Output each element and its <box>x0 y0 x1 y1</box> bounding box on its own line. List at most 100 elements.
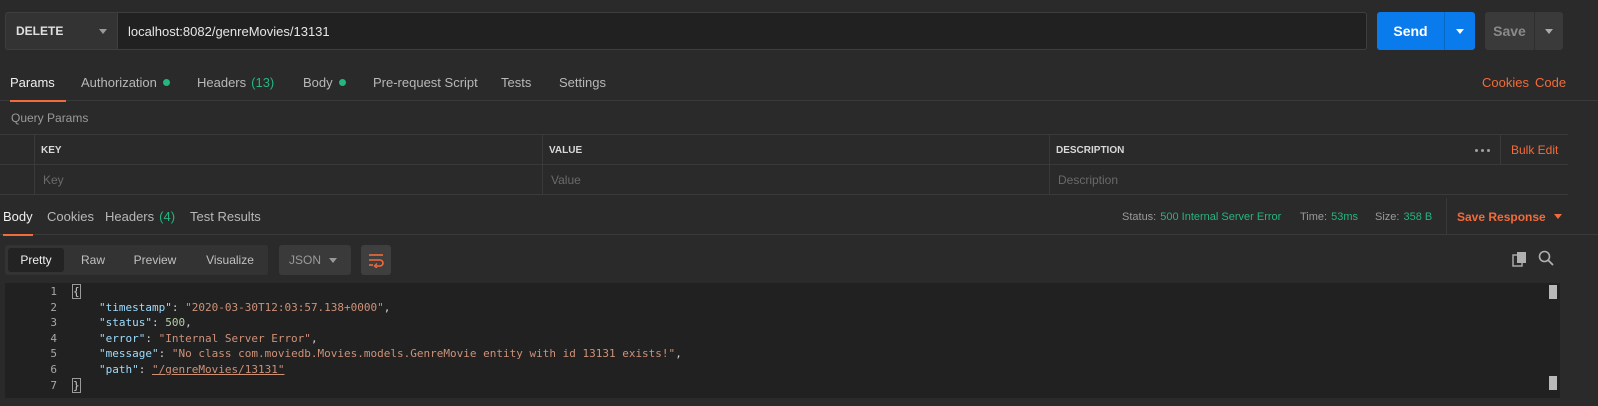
code-line: } <box>72 377 81 394</box>
chevron-down-icon <box>99 29 107 34</box>
tab-settings[interactable]: Settings <box>559 64 606 101</box>
size-value: 358 B <box>1403 210 1433 223</box>
close-brace: } <box>72 377 81 393</box>
chevron-down-icon <box>1456 28 1464 34</box>
wrap-lines-button[interactable] <box>361 245 391 275</box>
json-key: "path" <box>99 363 139 376</box>
json-key: "timestamp" <box>99 300 172 314</box>
open-brace: { <box>72 284 81 299</box>
method-label: DELETE <box>16 24 64 38</box>
tab-label: Settings <box>559 75 606 90</box>
table-header-row: KEY VALUE DESCRIPTION Bulk Edit <box>0 135 1568 165</box>
line-number: 5 <box>50 347 57 361</box>
response-size: Size: 358 B <box>1375 198 1432 235</box>
tab-label: Tests <box>501 75 532 90</box>
tab-body[interactable]: Body <box>303 64 346 101</box>
size-label: Size: <box>1375 210 1400 223</box>
line-number: 4 <box>50 331 57 345</box>
request-tabs: Params Authorization Headers (13) Body P… <box>0 64 1598 102</box>
tab-params[interactable]: Params <box>10 64 66 102</box>
description-input[interactable]: Description <box>1049 165 1568 195</box>
format-label: JSON <box>289 253 322 267</box>
line-number: 1 <box>50 285 57 298</box>
value-input[interactable]: Value <box>542 165 1049 195</box>
url-text: localhost:8082/genreMovies/13131 <box>128 23 330 39</box>
column-value: VALUE <box>542 135 1049 165</box>
more-options-icon[interactable] <box>1475 135 1490 165</box>
tab-authorization[interactable]: Authorization <box>81 64 170 101</box>
tab-test-results[interactable]: Test Results <box>190 198 261 235</box>
code-line: "path": "/genreMovies/13131" <box>99 363 285 376</box>
line-number: 7 <box>50 378 57 392</box>
tab-label: Headers <box>105 209 155 224</box>
tab-pre-request-script[interactable]: Pre-request Script <box>373 64 478 101</box>
tab-tests[interactable]: Tests <box>501 64 531 101</box>
view-mode-group: Pretty Raw Preview Visualize <box>5 245 268 275</box>
url-input[interactable]: localhost:8082/genreMovies/13131 <box>118 12 1367 50</box>
request-bar: DELETE localhost:8082/genreMovies/13131 <box>5 12 1367 50</box>
line-number: 6 <box>50 363 57 376</box>
chevron-down-icon <box>1553 214 1562 219</box>
tab-response-body[interactable]: Body <box>3 198 33 236</box>
line-number: 3 <box>50 316 57 330</box>
tab-headers[interactable]: Headers (13) <box>197 64 274 101</box>
json-value: 500 <box>165 316 186 330</box>
key-input[interactable]: Key <box>34 165 542 195</box>
json-key: "error" <box>99 331 146 345</box>
bulk-edit-link[interactable]: Bulk Edit <box>1500 135 1558 165</box>
view-visualize-button[interactable]: Visualize <box>198 248 262 272</box>
headers-count: (4) <box>159 209 176 224</box>
headers-count: (13) <box>251 75 275 90</box>
code-line: "timestamp": "2020-03-30T12:03:57.138+00… <box>99 300 391 314</box>
table-row: Key Value Description <box>0 165 1568 195</box>
send-dropdown-button[interactable] <box>1445 12 1475 50</box>
save-button[interactable]: Save <box>1485 12 1535 50</box>
view-preview-button[interactable]: Preview <box>126 248 184 272</box>
tab-label: Test Results <box>190 209 261 224</box>
scrollbar-thumb[interactable] <box>1549 376 1557 390</box>
active-dot-icon <box>338 79 346 86</box>
json-value: "2020-03-30T12:03:57.138+0000" <box>185 300 384 314</box>
tab-response-headers[interactable]: Headers (4) <box>105 198 175 235</box>
query-params-table: KEY VALUE DESCRIPTION Bulk Edit Key Valu… <box>0 134 1568 195</box>
code-line: "error": "Internal Server Error", <box>99 331 318 345</box>
save-response-button[interactable]: Save Response <box>1446 198 1562 235</box>
scrollbar-thumb[interactable] <box>1549 285 1557 299</box>
format-select[interactable]: JSON <box>279 245 351 275</box>
active-dot-icon <box>162 79 170 86</box>
search-icon[interactable] <box>1538 250 1554 266</box>
tab-label: Params <box>10 75 55 90</box>
save-dropdown-button[interactable] <box>1535 12 1563 50</box>
wrap-lines-icon <box>369 254 384 268</box>
save-button-group: Save <box>1485 12 1563 50</box>
method-select[interactable]: DELETE <box>5 12 118 50</box>
json-value: "No class com.moviedb.Movies.models.Genr… <box>171 347 676 361</box>
json-link-value[interactable]: "/genreMovies/13131" <box>152 363 284 376</box>
response-body-editor[interactable]: 1 2 3 4 5 6 7 { "timestamp": "2020-03-30… <box>5 283 1560 398</box>
status-label: Status: <box>1122 210 1157 223</box>
code-line: "message": "No class com.moviedb.Movies.… <box>99 347 682 361</box>
response-tabs: Body Cookies Headers (4) Test Results St… <box>0 198 1598 236</box>
send-button[interactable]: Send <box>1377 12 1445 50</box>
chevron-down-icon <box>1545 28 1553 34</box>
status-value: 500 Internal Server Error <box>1160 210 1282 223</box>
code-link[interactable]: Code <box>1535 64 1566 101</box>
copy-icon[interactable] <box>1512 251 1528 267</box>
query-params-title: Query Params <box>11 111 89 125</box>
code-line: { <box>72 284 81 300</box>
response-status: Status: 500 Internal Server Error <box>1122 198 1281 235</box>
save-response-label: Save Response <box>1457 209 1546 224</box>
view-pretty-button[interactable]: Pretty <box>8 248 64 272</box>
column-key: KEY <box>34 135 542 165</box>
view-raw-button[interactable]: Raw <box>72 248 114 272</box>
response-time: Time: 53ms <box>1300 198 1358 235</box>
tab-label: Pre-request Script <box>373 75 478 90</box>
json-key: "status" <box>99 316 152 330</box>
column-description: DESCRIPTION <box>1049 135 1465 165</box>
json-value: "Internal Server Error" <box>158 331 311 345</box>
editor-scrollbar[interactable] <box>1549 283 1557 398</box>
cookies-link[interactable]: Cookies <box>1482 64 1529 101</box>
tab-response-cookies[interactable]: Cookies <box>47 198 94 235</box>
json-key: "message" <box>99 347 159 361</box>
chevron-down-icon <box>329 258 337 263</box>
